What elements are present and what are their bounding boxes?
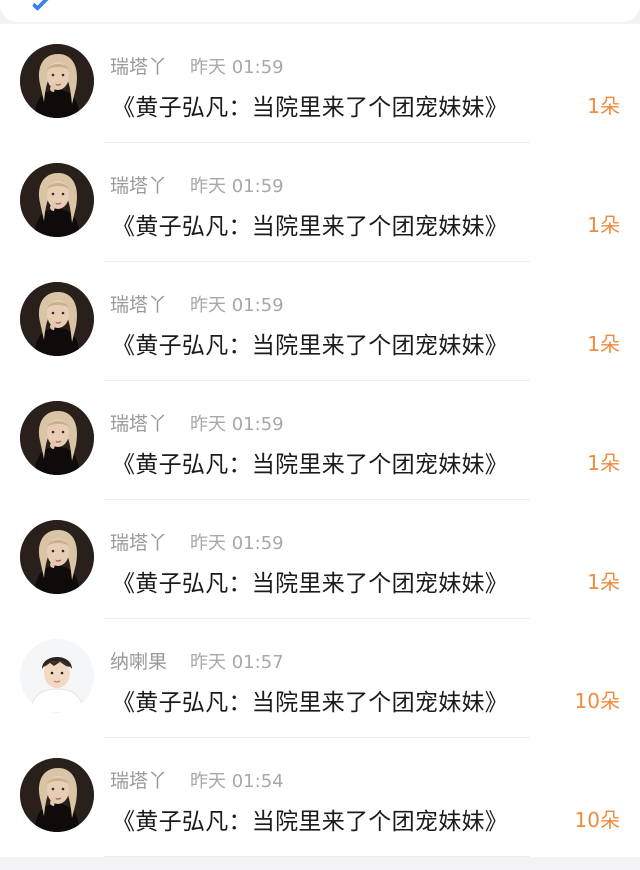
flower-count: 1朵: [587, 213, 620, 237]
story-title[interactable]: 《黄子弘凡：当院里来了个团宠妹妹》: [112, 802, 508, 836]
woman-avatar-icon: [20, 163, 94, 237]
flower-count: 1朵: [587, 570, 620, 594]
list-item[interactable]: 瑞塔丫 昨天 01:59 《黄子弘凡：当院里来了个团宠妹妹》 1朵: [0, 262, 640, 381]
flower-count: 10朵: [574, 808, 620, 832]
user-name[interactable]: 瑞塔丫: [110, 52, 167, 79]
user-name[interactable]: 瑞塔丫: [110, 766, 167, 793]
user-name[interactable]: 瑞塔丫: [110, 528, 167, 555]
list-item[interactable]: 瑞塔丫 昨天 01:59 《黄子弘凡：当院里来了个团宠妹妹》 1朵: [0, 381, 640, 500]
timestamp: 昨天 01:54: [190, 771, 284, 792]
woman-avatar-icon: [20, 520, 94, 594]
story-title[interactable]: 《黄子弘凡：当院里来了个团宠妹妹》: [112, 564, 508, 598]
avatar[interactable]: [20, 758, 94, 832]
list-item[interactable]: 瑞塔丫 昨天 01:59 《黄子弘凡：当院里来了个团宠妹妹》 1朵: [0, 500, 640, 619]
timestamp: 昨天 01:59: [190, 533, 284, 554]
boy-avatar-icon: [20, 639, 94, 713]
story-title[interactable]: 《黄子弘凡：当院里来了个团宠妹妹》: [112, 207, 508, 241]
user-name[interactable]: 瑞塔丫: [110, 409, 167, 436]
divider: [104, 856, 530, 857]
woman-avatar-icon: [20, 282, 94, 356]
avatar[interactable]: [20, 282, 94, 356]
woman-avatar-icon: [20, 758, 94, 832]
avatar[interactable]: [20, 520, 94, 594]
user-name[interactable]: 纳喇果: [110, 647, 167, 674]
timestamp: 昨天 01:59: [190, 176, 284, 197]
list-item[interactable]: 纳喇果 昨天 01:57 《黄子弘凡：当院里来了个团宠妹妹》 10朵: [0, 619, 640, 738]
top-card: [0, 0, 640, 22]
avatar[interactable]: [20, 401, 94, 475]
avatar[interactable]: [20, 163, 94, 237]
story-title[interactable]: 《黄子弘凡：当院里来了个团宠妹妹》: [112, 683, 508, 717]
user-name[interactable]: 瑞塔丫: [110, 290, 167, 317]
timestamp: 昨天 01:59: [190, 414, 284, 435]
list-item[interactable]: 瑞塔丫 昨天 01:54 《黄子弘凡：当院里来了个团宠妹妹》 10朵: [0, 738, 640, 857]
user-name[interactable]: 瑞塔丫: [110, 171, 167, 198]
story-title[interactable]: 《黄子弘凡：当院里来了个团宠妹妹》: [112, 445, 508, 479]
timestamp: 昨天 01:57: [190, 652, 284, 673]
flower-count: 1朵: [587, 94, 620, 118]
back-arrow-icon[interactable]: [31, 0, 51, 12]
avatar[interactable]: [20, 44, 94, 118]
gift-list: 瑞塔丫 昨天 01:59 《黄子弘凡：当院里来了个团宠妹妹》 1朵 瑞塔丫 昨天…: [0, 24, 640, 857]
timestamp: 昨天 01:59: [190, 57, 284, 78]
avatar[interactable]: [20, 639, 94, 713]
flower-count: 1朵: [587, 332, 620, 356]
woman-avatar-icon: [20, 44, 94, 118]
flower-count: 1朵: [587, 451, 620, 475]
flower-count: 10朵: [574, 689, 620, 713]
timestamp: 昨天 01:59: [190, 295, 284, 316]
story-title[interactable]: 《黄子弘凡：当院里来了个团宠妹妹》: [112, 88, 508, 122]
woman-avatar-icon: [20, 401, 94, 475]
story-title[interactable]: 《黄子弘凡：当院里来了个团宠妹妹》: [112, 326, 508, 360]
list-item[interactable]: 瑞塔丫 昨天 01:59 《黄子弘凡：当院里来了个团宠妹妹》 1朵: [0, 143, 640, 262]
list-item[interactable]: 瑞塔丫 昨天 01:59 《黄子弘凡：当院里来了个团宠妹妹》 1朵: [0, 24, 640, 143]
